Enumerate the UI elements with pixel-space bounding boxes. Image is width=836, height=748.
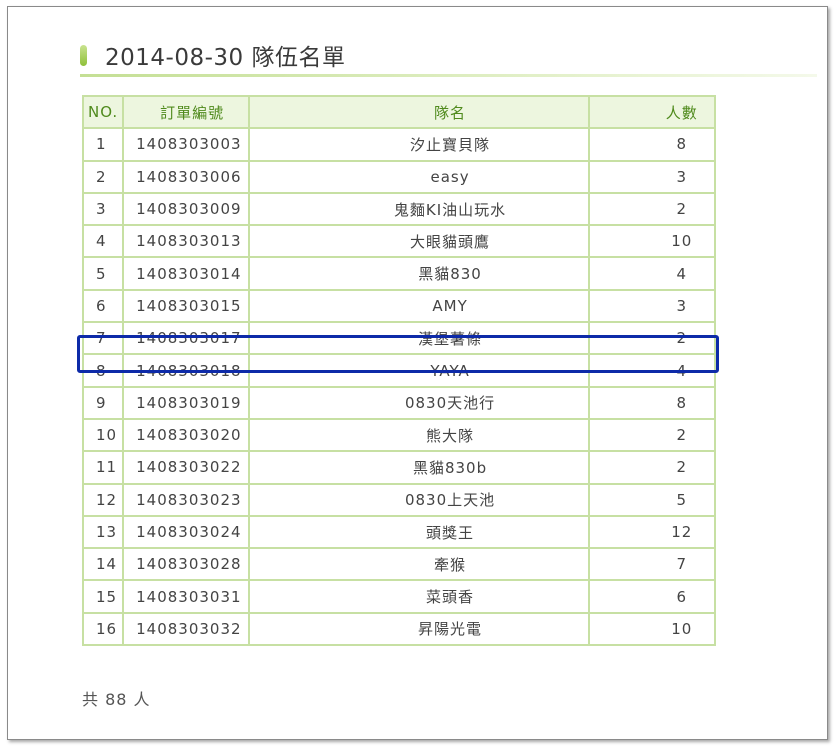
row-number: 5 xyxy=(81,256,125,291)
team-name: 黑貓830 xyxy=(247,256,590,291)
table-row: 2 1408303006 easy 3 xyxy=(81,159,717,194)
order-number: 1408303020 xyxy=(122,417,250,453)
headcount: 4 xyxy=(587,256,717,291)
table-row: 6 1408303015 AMY 3 xyxy=(81,288,717,324)
order-number: 1408303015 xyxy=(122,288,250,324)
row-number: 13 xyxy=(81,514,125,550)
title-divider xyxy=(80,74,817,77)
table-row: 14 1408303028 牽猴 7 xyxy=(81,547,717,582)
table-row: 16 1408303032 昇陽光電 10 xyxy=(81,611,717,647)
headcount: 8 xyxy=(587,385,717,420)
row-number: 9 xyxy=(81,385,125,420)
order-number: 1408303023 xyxy=(122,482,250,517)
team-name: YAYA xyxy=(247,353,590,388)
table-row: 7 1408303017 漢堡薯條 2 xyxy=(81,321,717,356)
row-number: 7 xyxy=(81,321,125,356)
headcount: 3 xyxy=(587,288,717,324)
table-row: 13 1408303024 頭獎王 12 xyxy=(81,514,717,550)
order-number: 1408303024 xyxy=(122,514,250,550)
order-number: 1408303006 xyxy=(122,159,250,194)
team-name: 0830天池行 xyxy=(247,385,590,420)
header-no: NO. xyxy=(81,94,125,130)
team-name: 熊大隊 xyxy=(247,417,590,453)
team-name: 汐止寶貝隊 xyxy=(247,127,590,162)
row-number: 2 xyxy=(81,159,125,194)
row-number: 16 xyxy=(81,611,125,647)
row-number: 1 xyxy=(81,127,125,162)
row-number: 4 xyxy=(81,224,125,259)
team-name: 鬼麵KI油山玩水 xyxy=(247,191,590,227)
page-header: 2014-08-30 隊伍名單 xyxy=(80,40,346,71)
order-number: 1408303031 xyxy=(122,579,250,614)
table-row: 9 1408303019 0830天池行 8 xyxy=(81,385,717,420)
team-name: 菜頭香 xyxy=(247,579,590,614)
table-row: 15 1408303031 菜頭香 6 xyxy=(81,579,717,614)
order-number: 1408303014 xyxy=(122,256,250,291)
headcount: 10 xyxy=(587,611,717,647)
table-row: 5 1408303014 黑貓830 4 xyxy=(81,256,717,291)
team-name: 黑貓830b xyxy=(247,450,590,485)
headcount: 5 xyxy=(587,482,717,517)
total-count: 共 88 人 xyxy=(82,690,151,709)
headcount: 10 xyxy=(587,224,717,259)
table-header-row: NO. 訂單編號 隊名 人數 xyxy=(81,94,717,130)
header-team-name: 隊名 xyxy=(247,94,590,130)
headcount: 2 xyxy=(587,450,717,485)
order-number: 1408303009 xyxy=(122,191,250,227)
order-number: 1408303022 xyxy=(122,450,250,485)
headcount: 12 xyxy=(587,514,717,550)
header-order-number: 訂單編號 xyxy=(122,94,250,130)
row-number: 10 xyxy=(81,417,125,453)
team-name: 漢堡薯條 xyxy=(247,321,590,356)
headcount: 2 xyxy=(587,321,717,356)
title-marker-icon xyxy=(80,44,87,66)
team-roster-table: NO. 訂單編號 隊名 人數 1 1408303003 汐止寶貝隊 8 2 1408303… xyxy=(81,94,717,647)
order-number: 1408303028 xyxy=(122,547,250,582)
page-title: 2014-08-30 隊伍名單 xyxy=(105,45,346,71)
team-name: easy xyxy=(247,159,590,194)
order-number: 1408303003 xyxy=(122,127,250,162)
team-name: 頭獎王 xyxy=(247,514,590,550)
row-number: 6 xyxy=(81,288,125,324)
team-name: 牽猴 xyxy=(247,547,590,582)
table-row: 3 1408303009 鬼麵KI油山玩水 2 xyxy=(81,191,717,227)
team-name: 0830上天池 xyxy=(247,482,590,517)
headcount: 2 xyxy=(587,417,717,453)
order-number: 1408303017 xyxy=(122,321,250,356)
team-name: AMY xyxy=(247,288,590,324)
header-headcount: 人數 xyxy=(587,94,717,130)
row-number: 11 xyxy=(81,450,125,485)
table-row: 8 1408303018 YAYA 4 xyxy=(81,353,717,388)
headcount: 2 xyxy=(587,191,717,227)
order-number: 1408303018 xyxy=(122,353,250,388)
headcount: 6 xyxy=(587,579,717,614)
order-number: 1408303013 xyxy=(122,224,250,259)
table-row: 1 1408303003 汐止寶貝隊 8 xyxy=(81,127,717,162)
table-row: 4 1408303013 大眼貓頭鷹 10 xyxy=(81,224,717,259)
row-number: 14 xyxy=(81,547,125,582)
row-number: 8 xyxy=(81,353,125,388)
headcount: 8 xyxy=(587,127,717,162)
team-name: 大眼貓頭鷹 xyxy=(247,224,590,259)
table-row: 12 1408303023 0830上天池 5 xyxy=(81,482,717,517)
team-name: 昇陽光電 xyxy=(247,611,590,647)
table-row: 10 1408303020 熊大隊 2 xyxy=(81,417,717,453)
headcount: 4 xyxy=(587,353,717,388)
order-number: 1408303019 xyxy=(122,385,250,420)
row-number: 12 xyxy=(81,482,125,517)
order-number: 1408303032 xyxy=(122,611,250,647)
row-number: 3 xyxy=(81,191,125,227)
headcount: 7 xyxy=(587,547,717,582)
headcount: 3 xyxy=(587,159,717,194)
row-number: 15 xyxy=(81,579,125,614)
table-row: 11 1408303022 黑貓830b 2 xyxy=(81,450,717,485)
